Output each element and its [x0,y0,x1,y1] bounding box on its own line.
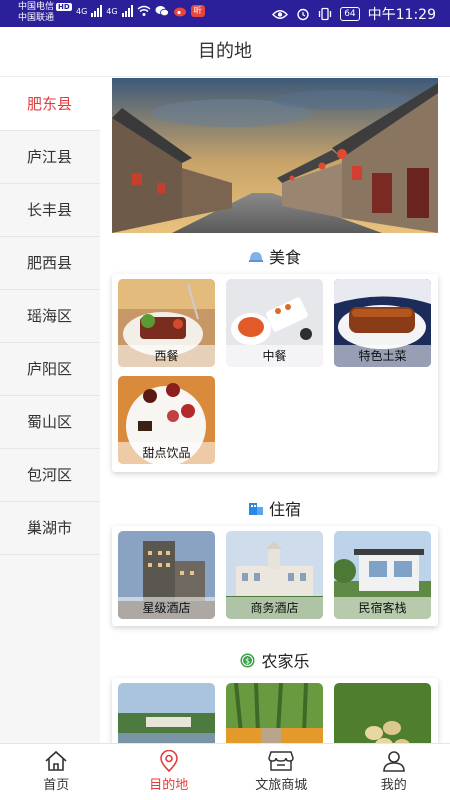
location-pin-icon [159,750,178,772]
sidebar-item-feidong[interactable]: 肥东县 [0,78,100,131]
lodging-tile-homestay-label: 民宿客栈 [334,597,431,619]
farm-tile-potatoes[interactable] [334,683,431,743]
nav-destination-label: 目的地 [149,778,189,793]
building-icon [248,503,263,515]
lodging-section-title: 住宿 [100,496,450,520]
network-icons: 4G 4G 听 [76,5,205,17]
food-card: 西餐 中餐 特色土菜 甜点饮品 [112,274,438,472]
alarm-icon [297,8,309,21]
battery-indicator: 64 [340,7,360,21]
food-section-label: 美食 [268,248,301,267]
signal-icon [91,5,103,17]
sidebar-item-changfeng[interactable]: 长丰县 [0,184,100,237]
nav-home[interactable]: 首页 [0,744,113,800]
nav-shop-label: 文旅商城 [255,778,308,793]
sidebar-item-chaohu[interactable]: 巢湖市 [0,502,100,555]
status-right: 64 中午11:29 [272,4,436,24]
banner-image[interactable] [112,78,438,233]
app-notification-icon: 听 [190,5,205,17]
wechat-icon [155,6,169,17]
farm-tile-garden[interactable] [226,683,323,743]
net1-label: 4G [76,6,88,16]
lodging-tile-star-hotel-label: 星级酒店 [118,597,215,619]
destination-content: 美食 西餐 中餐 特色土菜 甜点饮品 住宿 星级酒店 商务酒店 民宿客栈 $ 农… [100,78,450,743]
lodging-tile-business-hotel[interactable]: 商务酒店 [226,531,323,619]
sidebar-item-luyang[interactable]: 庐阳区 [0,343,100,396]
farm-section-label: 农家乐 [261,652,310,671]
user-icon [382,751,405,772]
food-icon [248,252,263,262]
lodging-card: 星级酒店 商务酒店 民宿客栈 [112,526,438,626]
food-tile-dessert-label: 甜点饮品 [118,442,215,464]
wifi-icon [137,5,151,16]
page-title: 目的地 [0,27,450,77]
food-tile-chinese-label: 中餐 [226,345,323,367]
food-tile-western[interactable]: 西餐 [118,279,215,367]
home-icon [45,750,67,771]
district-sidebar: 肥东县 庐江县 长丰县 肥西县 瑶海区 庐阳区 蜀山区 包河区 巢湖市 [0,78,100,743]
food-tile-chinese[interactable]: 中餐 [226,279,323,367]
bottom-nav: 首页 目的地 文旅商城 我的 [0,743,450,800]
status-bar: 中国电信 HD 中国联通 4G 4G 听 64 中午11:29 [0,0,450,27]
hd-badge: HD [56,3,72,11]
money-icon: $ [240,653,255,667]
eye-icon [272,9,289,19]
shop-icon [268,751,295,771]
farm-card [112,678,438,743]
nav-profile-label: 我的 [380,778,407,793]
net2-label: 4G [106,6,118,16]
carrier1-label: 中国电信 [18,2,55,12]
food-tile-dessert[interactable]: 甜点饮品 [118,376,215,464]
nav-home-label: 首页 [43,778,70,793]
sidebar-item-baohe[interactable]: 包河区 [0,449,100,502]
nav-destination[interactable]: 目的地 [113,744,226,800]
food-section-title: 美食 [100,244,450,268]
clock: 中午11:29 [367,7,436,23]
signal-icon-2 [121,5,133,17]
nav-shop[interactable]: 文旅商城 [225,744,338,800]
sidebar-item-lujiang[interactable]: 庐江县 [0,131,100,184]
lodging-tile-business-hotel-label: 商务酒店 [226,597,323,619]
sidebar-item-shushan[interactable]: 蜀山区 [0,396,100,449]
carrier2-label: 中国联通 [18,13,55,23]
food-tile-local[interactable]: 特色土菜 [334,279,431,367]
lodging-tile-homestay[interactable]: 民宿客栈 [334,531,431,619]
food-tile-local-label: 特色土菜 [334,345,431,367]
vibrate-icon [319,7,332,21]
carrier-info: 中国电信 HD 中国联通 [18,2,72,24]
farm-section-title: $ 农家乐 [100,648,450,672]
sidebar-item-feixi[interactable]: 肥西县 [0,237,100,290]
farm-tile-lake[interactable] [118,683,215,743]
nav-profile[interactable]: 我的 [338,744,450,800]
sidebar-item-yaohai[interactable]: 瑶海区 [0,290,100,343]
food-tile-western-label: 西餐 [118,345,215,367]
weibo-icon [173,7,186,17]
lodging-section-label: 住宿 [268,500,301,519]
svg-text:$: $ [245,656,250,665]
lodging-tile-star-hotel[interactable]: 星级酒店 [118,531,215,619]
